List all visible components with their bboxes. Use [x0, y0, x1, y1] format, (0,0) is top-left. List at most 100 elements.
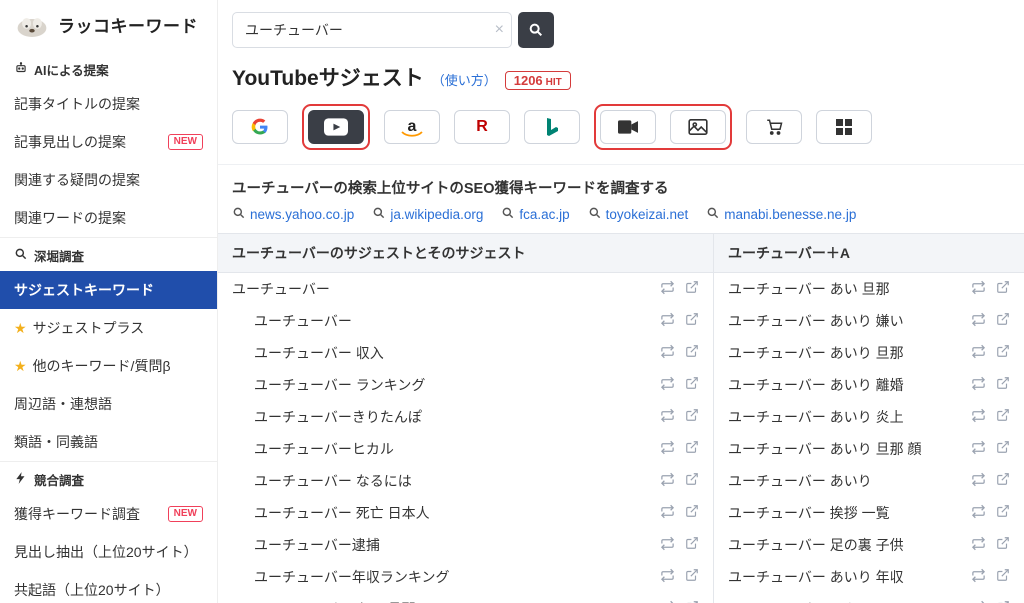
logo[interactable]: ラッコキーワード	[0, 0, 217, 52]
keyword-row[interactable]: ユーチューバー あいり 離婚	[714, 369, 1024, 401]
retweet-icon[interactable]	[971, 440, 986, 458]
keyword-row[interactable]: ユーチューバー	[218, 273, 713, 305]
retweet-icon[interactable]	[971, 376, 986, 394]
sidebar-item[interactable]: 獲得キーワード調査 NEW	[0, 495, 217, 533]
seo-link[interactable]: ja.wikipedia.org	[372, 206, 483, 223]
search-input[interactable]	[232, 12, 512, 48]
open-external-icon[interactable]	[685, 568, 699, 586]
open-external-icon[interactable]	[685, 472, 699, 490]
retweet-icon[interactable]	[971, 536, 986, 554]
sidebar-item[interactable]: 共起語（上位20サイト）	[0, 571, 217, 603]
retweet-icon[interactable]	[660, 280, 675, 298]
retweet-icon[interactable]	[660, 472, 675, 490]
engine-google[interactable]	[232, 110, 288, 144]
retweet-icon[interactable]	[660, 536, 675, 554]
keyword-row[interactable]: ユーチューバー アキラ	[714, 593, 1024, 603]
keyword-row[interactable]: ユーチューバー年収ランキング	[218, 561, 713, 593]
keyword-text: ユーチューバー あいり 旦那 顔	[728, 439, 971, 459]
open-external-icon[interactable]	[685, 344, 699, 362]
retweet-icon[interactable]	[660, 312, 675, 330]
keyword-row[interactable]: ユーチューバー あいり 年収	[714, 561, 1024, 593]
open-external-icon[interactable]	[996, 440, 1010, 458]
retweet-icon[interactable]	[660, 344, 675, 362]
keyword-row[interactable]: ユーチューバー あい 旦那	[218, 593, 713, 603]
retweet-icon[interactable]	[660, 568, 675, 586]
sidebar-item-label: 関連する疑問の提案	[14, 170, 140, 190]
retweet-icon[interactable]	[971, 408, 986, 426]
retweet-icon[interactable]	[971, 312, 986, 330]
open-external-icon[interactable]	[996, 504, 1010, 522]
sidebar-item[interactable]: サジェストキーワード	[0, 271, 217, 309]
engine-video[interactable]	[600, 110, 656, 144]
sidebar-item[interactable]: 関連する疑問の提案	[0, 161, 217, 199]
sidebar-item-label: 見出し抽出（上位20サイト）	[14, 542, 198, 562]
clear-icon[interactable]: ×	[495, 21, 504, 39]
sidebar-item-label: 獲得キーワード調査	[14, 504, 140, 524]
engine-microsoft[interactable]	[816, 110, 872, 144]
open-external-icon[interactable]	[996, 280, 1010, 298]
open-external-icon[interactable]	[996, 536, 1010, 554]
open-external-icon[interactable]	[685, 280, 699, 298]
sidebar-item[interactable]: ★サジェストプラス	[0, 309, 217, 347]
engine-amazon[interactable]: a	[384, 110, 440, 144]
search-button[interactable]	[518, 12, 554, 48]
open-external-icon[interactable]	[685, 312, 699, 330]
retweet-icon[interactable]	[971, 344, 986, 362]
keyword-row[interactable]: ユーチューバー あいり 炎上	[714, 401, 1024, 433]
keyword-row[interactable]: ユーチューバー あいり 旦那	[714, 337, 1024, 369]
keyword-row[interactable]: ユーチューバー 足の裏 子供	[714, 529, 1024, 561]
usage-link[interactable]: （使い方）	[432, 70, 497, 89]
sidebar-item[interactable]: 見出し抽出（上位20サイト）	[0, 533, 217, 571]
retweet-icon[interactable]	[971, 504, 986, 522]
sidebar-item[interactable]: 類語・同義語	[0, 423, 217, 461]
new-badge: NEW	[168, 506, 203, 522]
seo-link[interactable]: fca.ac.jp	[501, 206, 569, 223]
keyword-row[interactable]: ユーチューバー 挨拶 一覧	[714, 497, 1024, 529]
keyword-row[interactable]: ユーチューバー あいり 旦那 顔	[714, 433, 1024, 465]
open-external-icon[interactable]	[685, 376, 699, 394]
open-external-icon[interactable]	[996, 376, 1010, 394]
seo-link[interactable]: toyokeizai.net	[588, 206, 689, 223]
sidebar-item[interactable]: 記事見出しの提案NEW	[0, 123, 217, 161]
engine-rakuten[interactable]: R	[454, 110, 510, 144]
open-external-icon[interactable]	[685, 408, 699, 426]
keyword-text: ユーチューバー あい 旦那	[232, 599, 660, 603]
retweet-icon[interactable]	[971, 472, 986, 490]
retweet-icon[interactable]	[971, 568, 986, 586]
sidebar-item[interactable]: 記事タイトルの提案	[0, 85, 217, 123]
retweet-icon[interactable]	[660, 408, 675, 426]
retweet-icon[interactable]	[660, 504, 675, 522]
keyword-row[interactable]: ユーチューバー 収入	[218, 337, 713, 369]
keyword-row[interactable]: ユーチューバー逮捕	[218, 529, 713, 561]
open-external-icon[interactable]	[685, 440, 699, 458]
engine-shopping[interactable]	[746, 110, 802, 144]
open-external-icon[interactable]	[685, 536, 699, 554]
retweet-icon[interactable]	[660, 376, 675, 394]
open-external-icon[interactable]	[996, 312, 1010, 330]
seo-link[interactable]: manabi.benesse.ne.jp	[706, 206, 856, 223]
engine-youtube[interactable]	[308, 110, 364, 144]
keyword-row[interactable]: ユーチューバー あい 旦那	[714, 273, 1024, 305]
open-external-icon[interactable]	[685, 504, 699, 522]
sidebar-item[interactable]: 周辺語・連想語	[0, 385, 217, 423]
open-external-icon[interactable]	[996, 568, 1010, 586]
keyword-row[interactable]: ユーチューバー なるには	[218, 465, 713, 497]
retweet-icon[interactable]	[660, 440, 675, 458]
sidebar-item-label: サジェストプラス	[33, 318, 145, 338]
keyword-row[interactable]: ユーチューバー あいり 嫌い	[714, 305, 1024, 337]
open-external-icon[interactable]	[996, 472, 1010, 490]
keyword-row[interactable]: ユーチューバーきりたんぽ	[218, 401, 713, 433]
sidebar-item[interactable]: 関連ワードの提案	[0, 199, 217, 237]
keyword-row[interactable]: ユーチューバー	[218, 305, 713, 337]
seo-link[interactable]: news.yahoo.co.jp	[232, 206, 354, 223]
open-external-icon[interactable]	[996, 408, 1010, 426]
keyword-row[interactable]: ユーチューバーヒカル	[218, 433, 713, 465]
keyword-row[interactable]: ユーチューバー 死亡 日本人	[218, 497, 713, 529]
engine-image[interactable]	[670, 110, 726, 144]
keyword-row[interactable]: ユーチューバー あいり	[714, 465, 1024, 497]
engine-bing[interactable]	[524, 110, 580, 144]
keyword-row[interactable]: ユーチューバー ランキング	[218, 369, 713, 401]
open-external-icon[interactable]	[996, 344, 1010, 362]
sidebar-item[interactable]: ★他のキーワード/質問β	[0, 347, 217, 385]
retweet-icon[interactable]	[971, 280, 986, 298]
